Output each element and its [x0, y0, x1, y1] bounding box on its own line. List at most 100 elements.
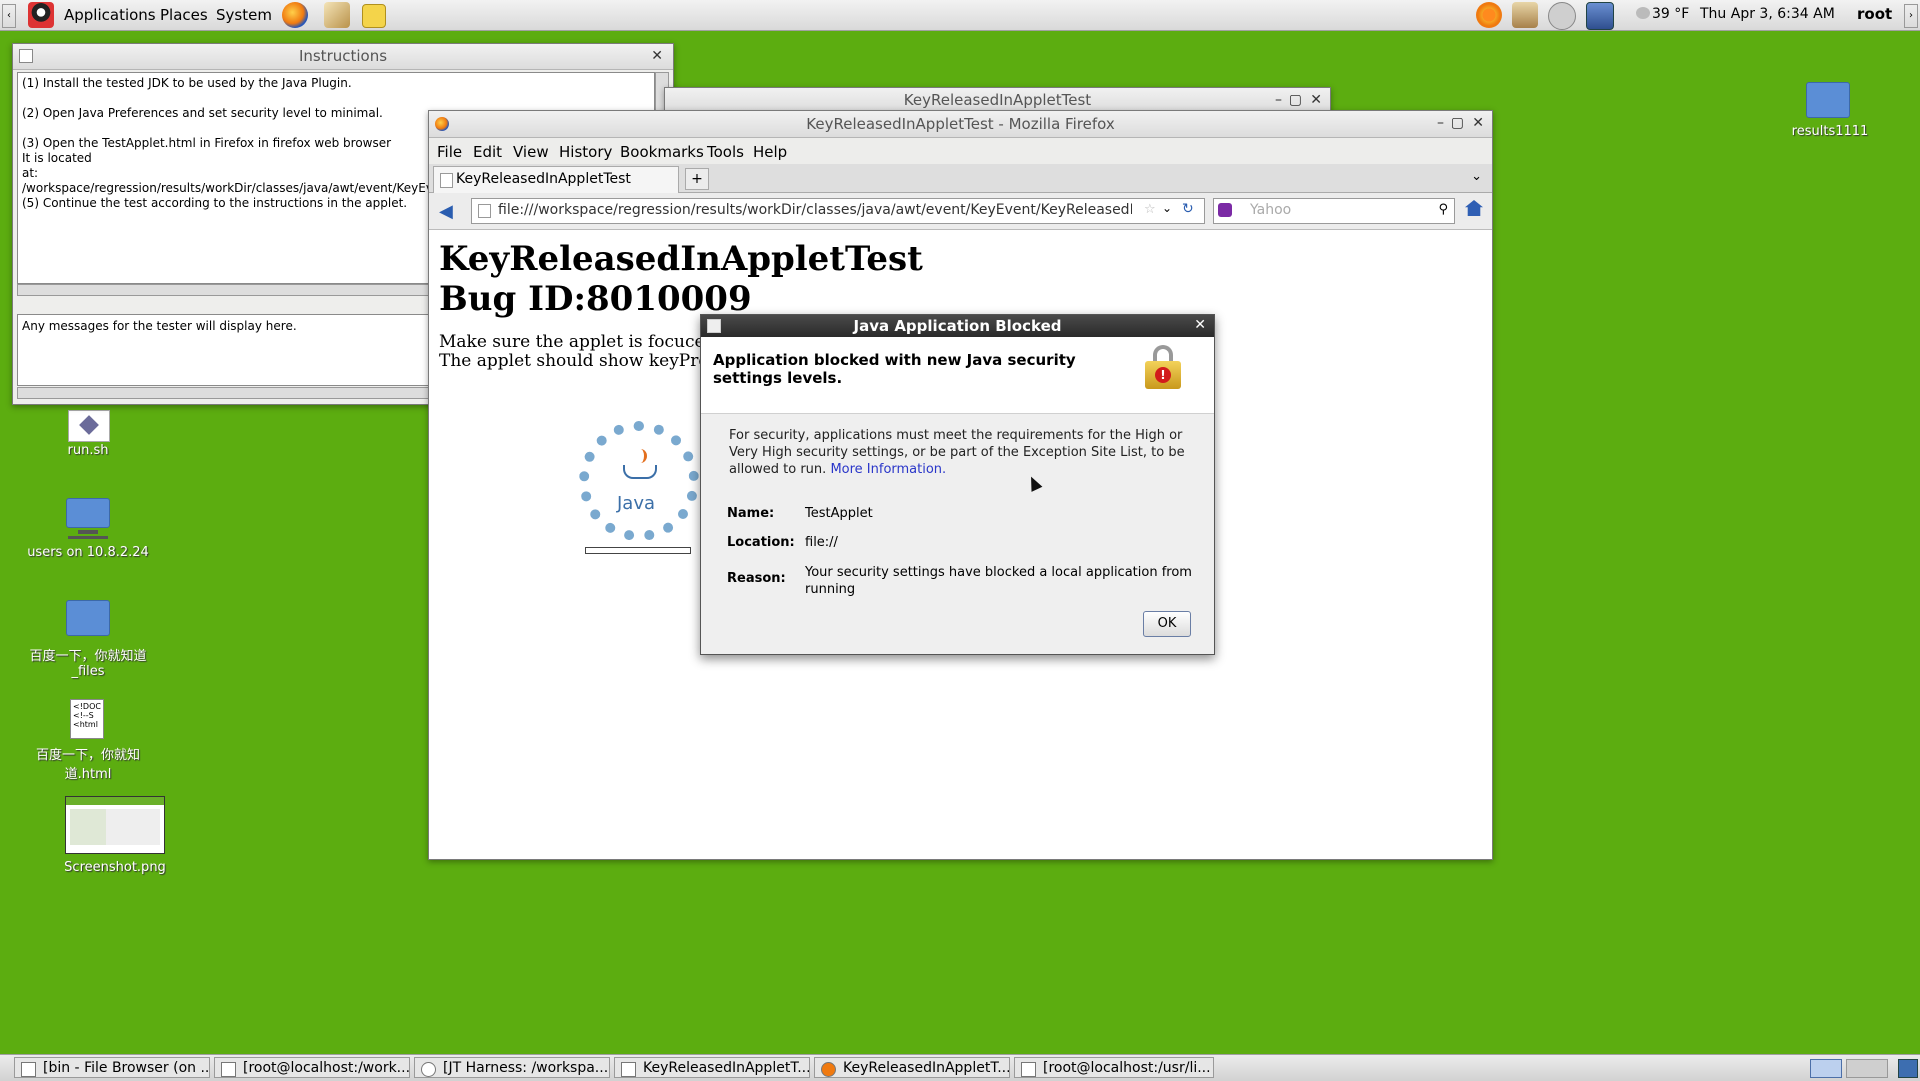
firefox-titlebar[interactable]: KeyReleasedInAppletTest - Mozilla Firefo… — [429, 111, 1492, 138]
site-identity-icon[interactable] — [478, 204, 491, 218]
taskbar-label: [root@localhost:/usr/li... — [1043, 1060, 1211, 1076]
java-window-icon — [19, 49, 33, 63]
page-text-line: The applet should show keyPres — [439, 351, 718, 371]
run-sh-label[interactable]: run.sh — [48, 443, 128, 458]
taskbar-terminal-1[interactable]: [root@localhost:/work... — [214, 1057, 410, 1078]
tab-label: KeyReleasedInAppletTest — [456, 171, 631, 187]
network-icon[interactable] — [1586, 2, 1614, 30]
applet-close-button[interactable]: ✕ — [1310, 92, 1322, 108]
dialog-body: For security, applications must meet the… — [729, 427, 1189, 478]
package-icon[interactable] — [1512, 2, 1538, 28]
taskbar-terminal-2[interactable]: [root@localhost:/usr/li... — [1014, 1057, 1214, 1078]
menu-view[interactable]: View — [513, 143, 549, 161]
menu-help[interactable]: Help — [753, 143, 787, 161]
menu-edit[interactable]: Edit — [473, 143, 502, 161]
network-share-icon[interactable] — [66, 498, 110, 542]
panel-user[interactable]: root — [1857, 5, 1892, 23]
name-value: TestApplet — [805, 506, 873, 521]
new-tab-button[interactable]: + — [685, 168, 709, 190]
terminal-icon — [1021, 1062, 1036, 1077]
search-bar[interactable]: Yahoo ⚲ — [1213, 198, 1455, 224]
terminal-icon — [221, 1062, 236, 1077]
dialog-header-text: Application blocked with new Java securi… — [713, 351, 1076, 387]
taskbar-firefox[interactable]: KeyReleasedInAppletT... — [814, 1057, 1010, 1078]
ok-button[interactable]: OK — [1143, 611, 1191, 637]
applications-icon[interactable] — [28, 2, 54, 28]
firefox-close-button[interactable]: ✕ — [1472, 115, 1484, 131]
page-heading: KeyReleasedInAppletTest Bug ID:8010009 — [439, 239, 923, 319]
notes-launcher-icon[interactable] — [362, 4, 386, 28]
search-icon[interactable]: ⚲ — [1438, 202, 1448, 217]
workspace-2-button[interactable] — [1846, 1059, 1888, 1078]
firefox-launcher-icon[interactable] — [282, 2, 308, 28]
taskbar-label: [bin - File Browser (on ... — [43, 1060, 210, 1076]
home-icon[interactable] — [1465, 200, 1483, 216]
page-heading-bug: Bug ID:8010009 — [439, 279, 752, 319]
menu-tools[interactable]: Tools — [707, 143, 744, 161]
page-instructions: Make sure the applet is focuced The appl… — [439, 333, 717, 371]
reload-icon[interactable]: ↻ — [1182, 201, 1194, 217]
reason-label: Reason: — [727, 571, 786, 586]
url-bar[interactable]: file:///workspace/regression/results/wor… — [471, 198, 1205, 224]
baidu-files-label[interactable]: 百度一下，你就知道_files — [18, 645, 158, 679]
workspace-1-button[interactable] — [1810, 1059, 1842, 1078]
search-placeholder: Yahoo — [1250, 202, 1292, 218]
html-file-icon[interactable]: <!DOC <!--S <html — [70, 699, 104, 739]
bottom-panel: [bin - File Browser (on ... [root@localh… — [0, 1054, 1920, 1081]
firefox-navbar: ◀ file:///workspace/regression/results/w… — [429, 193, 1492, 230]
screenshot-label[interactable]: Screenshot.png — [55, 860, 175, 875]
results-folder-icon[interactable] — [1806, 82, 1850, 118]
taskbar-label: KeyReleasedInAppletT... — [843, 1060, 1010, 1076]
menu-bookmarks[interactable]: Bookmarks — [620, 143, 704, 161]
update-notifier-icon[interactable] — [1476, 2, 1502, 28]
menu-file[interactable]: File — [437, 143, 462, 161]
volume-icon[interactable] — [1548, 2, 1576, 30]
java-cup-icon — [615, 449, 665, 489]
instructions-titlebar[interactable]: Instructions — [13, 44, 673, 70]
run-sh-icon[interactable] — [68, 410, 110, 442]
folder-icon[interactable] — [66, 600, 110, 636]
more-information-link[interactable]: More Information. — [830, 462, 946, 477]
back-button[interactable]: ◀ — [439, 201, 453, 222]
taskbar-label: [JT Harness: /workspa... — [443, 1060, 609, 1076]
taskbar-file-browser[interactable]: [bin - File Browser (on ... — [14, 1057, 210, 1078]
firefox-title: KeyReleasedInAppletTest - Mozilla Firefo… — [806, 115, 1115, 133]
screenshot-thumbnail-icon[interactable] — [65, 796, 165, 854]
tab-keyreleased[interactable]: KeyReleasedInAppletTest — [433, 166, 679, 193]
firefox-minimize-button[interactable]: – — [1437, 115, 1444, 131]
show-desktop-button[interactable] — [1898, 1059, 1918, 1078]
java-window-icon — [707, 319, 721, 333]
baidu-html-label[interactable]: 百度一下，你就知道.html — [18, 744, 158, 782]
applet-minimize-button[interactable]: – — [1275, 92, 1282, 108]
tab-list-button[interactable]: ⌄ — [1471, 169, 1482, 184]
dialog-header: Application blocked with new Java securi… — [701, 337, 1214, 414]
firefox-menubar: File Edit View History Bookmarks Tools H… — [429, 138, 1492, 164]
bookmark-star-icon[interactable]: ☆ — [1144, 202, 1156, 217]
dialog-title: Java Application Blocked — [853, 317, 1062, 335]
file-browser-icon — [21, 1062, 36, 1077]
applet-maximize-button[interactable]: ▢ — [1289, 92, 1302, 108]
taskbar-label: KeyReleasedInAppletT... — [643, 1060, 810, 1076]
menu-places[interactable]: Places — [160, 6, 208, 24]
weather-temperature[interactable]: 39 °F — [1652, 6, 1689, 22]
dialog-titlebar[interactable]: Java Application Blocked — [701, 315, 1214, 337]
instruction-line: (1) Install the tested JDK to be used by… — [22, 76, 352, 90]
results-folder-label[interactable]: results1111 — [1770, 124, 1890, 139]
yahoo-engine-icon[interactable] — [1218, 203, 1232, 217]
menu-history[interactable]: History — [559, 143, 612, 161]
menu-system[interactable]: System — [216, 6, 272, 24]
mail-launcher-icon[interactable] — [324, 2, 350, 28]
taskbar-jt-harness[interactable]: [JT Harness: /workspa... — [414, 1057, 610, 1078]
menu-applications[interactable]: Applications — [64, 6, 156, 24]
taskbar-applet-window[interactable]: KeyReleasedInAppletT... — [614, 1057, 810, 1078]
name-label: Name: — [727, 506, 775, 521]
panel-scroll-right[interactable]: › — [1904, 4, 1918, 28]
dialog-close-button[interactable]: ✕ — [1194, 317, 1206, 333]
taskbar-label: [root@localhost:/work... — [243, 1060, 410, 1076]
firefox-maximize-button[interactable]: ▢ — [1451, 115, 1464, 131]
instructions-close-button[interactable]: ✕ — [651, 48, 663, 64]
panel-scroll-left[interactable]: ‹ — [2, 4, 16, 28]
panel-clock[interactable]: Thu Apr 3, 6:34 AM — [1700, 6, 1835, 22]
url-history-dropdown[interactable]: ⌄ — [1162, 201, 1172, 215]
network-share-label[interactable]: users on 10.8.2.24 — [18, 545, 158, 560]
